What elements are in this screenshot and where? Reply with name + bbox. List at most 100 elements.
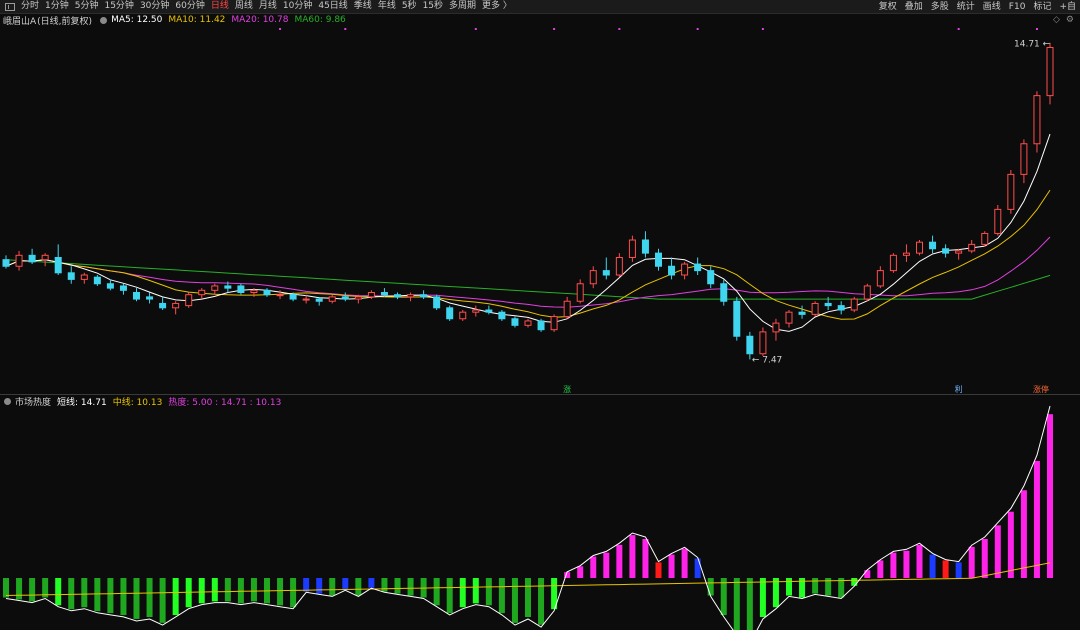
candle-body [106, 283, 114, 289]
main-chart-header: 峨眉山A (日线,前复权) MA5: 12.50 MA10: 11.42 MA2… [0, 14, 352, 27]
candle-body [981, 232, 989, 245]
heat-bar-49 [642, 539, 649, 578]
indicator-name: 市场热度 [15, 397, 52, 408]
candle-body [41, 254, 49, 261]
heat-bar-55 [720, 578, 727, 616]
heat-bar-53 [694, 558, 701, 578]
candle-body [863, 285, 871, 300]
top-dot-8 [1035, 28, 1038, 30]
heat-bar-16 [211, 578, 218, 602]
candle-body [1033, 95, 1041, 145]
candle-78 [1020, 139, 1028, 184]
candle-body [367, 292, 375, 298]
candle-body [276, 294, 284, 297]
heat-bar-6 [81, 578, 88, 608]
heat-bar-35 [459, 578, 466, 608]
candle-body [433, 296, 441, 309]
candle-body [15, 254, 23, 267]
heat-bar-8 [107, 578, 114, 614]
candle-14 [185, 292, 193, 308]
top-dot-0 [279, 28, 282, 30]
heat-bar-26 [342, 578, 349, 590]
candle-body [28, 254, 36, 263]
candle-body [772, 322, 780, 333]
candle-body [224, 285, 232, 289]
candle-body [811, 302, 819, 315]
max-price-label: 14.71 ← [1014, 40, 1051, 50]
candle-3 [41, 253, 49, 267]
heat-bar-50 [655, 562, 662, 578]
candle-51 [668, 257, 676, 280]
candle-11 [146, 292, 154, 304]
candle-70 [916, 240, 923, 256]
candle-body [798, 311, 806, 315]
candle-body [302, 298, 310, 301]
heat-bar-69 [903, 550, 910, 578]
heat-bar-19 [250, 578, 257, 602]
top-dot-7 [957, 28, 960, 30]
heat-bar-21 [277, 578, 284, 606]
candle-body [720, 283, 728, 302]
heat-bar-66 [864, 570, 871, 578]
candle-body [133, 292, 140, 300]
candle-body [602, 270, 610, 276]
candle-32 [420, 290, 428, 300]
settings-dot-icon[interactable] [100, 16, 108, 24]
candle-46 [602, 257, 610, 280]
heat-bar-36 [472, 578, 479, 604]
heat-bar-52 [681, 548, 688, 578]
candle-52 [681, 261, 689, 280]
diamond-icon[interactable]: ◇ [1053, 15, 1060, 25]
heat-bar-30 [394, 578, 401, 594]
candle-body [159, 302, 167, 309]
candle-7 [93, 275, 101, 286]
candle-73 [955, 248, 963, 260]
candle-body [250, 289, 258, 293]
candle-47 [615, 253, 623, 278]
heat-bar-59 [772, 578, 779, 608]
heat-bar-11 [146, 578, 153, 617]
heat-bar-12 [159, 578, 166, 623]
candle-5 [67, 266, 75, 284]
heat-bar-41 [538, 578, 545, 625]
candle-body [211, 285, 219, 291]
candle-body [2, 259, 10, 267]
candle-body [902, 252, 910, 256]
heat-bar-45 [590, 556, 597, 578]
candle-body [420, 294, 428, 298]
settings-icon[interactable]: ⚙ [1066, 15, 1074, 25]
top-dot-2 [474, 28, 477, 30]
candle-37 [485, 305, 493, 315]
heat-bar-23 [303, 578, 310, 592]
candle-30 [394, 292, 401, 300]
kline-chart[interactable]: 14.71 ← ← 7.47 涨 利 涨停 [0, 0, 1080, 630]
candle-18 [237, 283, 245, 295]
candle-55 [720, 279, 728, 306]
candle-77 [1007, 170, 1015, 214]
candle-body [341, 296, 349, 300]
candle-69 [902, 244, 910, 262]
heat-bar-62 [812, 578, 819, 594]
ma60-readout: MA60: 9.86 [294, 15, 346, 25]
heat-bar-68 [890, 552, 897, 578]
heat-bar-72 [942, 560, 949, 578]
candle-2 [28, 248, 36, 265]
candle-body [694, 263, 702, 272]
candle-48 [628, 235, 636, 262]
candle-40 [524, 318, 532, 328]
candle-50 [655, 248, 662, 271]
top-dot-5 [696, 28, 699, 30]
candle-body [119, 285, 127, 291]
heat-bar-70 [916, 544, 923, 578]
heat-bar-51 [668, 554, 675, 578]
candle-body [1020, 143, 1028, 175]
candle-58 [759, 327, 767, 356]
candle-body [668, 265, 676, 276]
heat-bar-40 [525, 578, 531, 617]
candle-49 [641, 231, 649, 258]
candle-body [537, 320, 545, 331]
candle-body [485, 309, 493, 313]
candle-13 [172, 301, 180, 315]
indicator-settings-dot-icon[interactable] [4, 397, 11, 405]
heat-bar-4 [55, 578, 62, 606]
